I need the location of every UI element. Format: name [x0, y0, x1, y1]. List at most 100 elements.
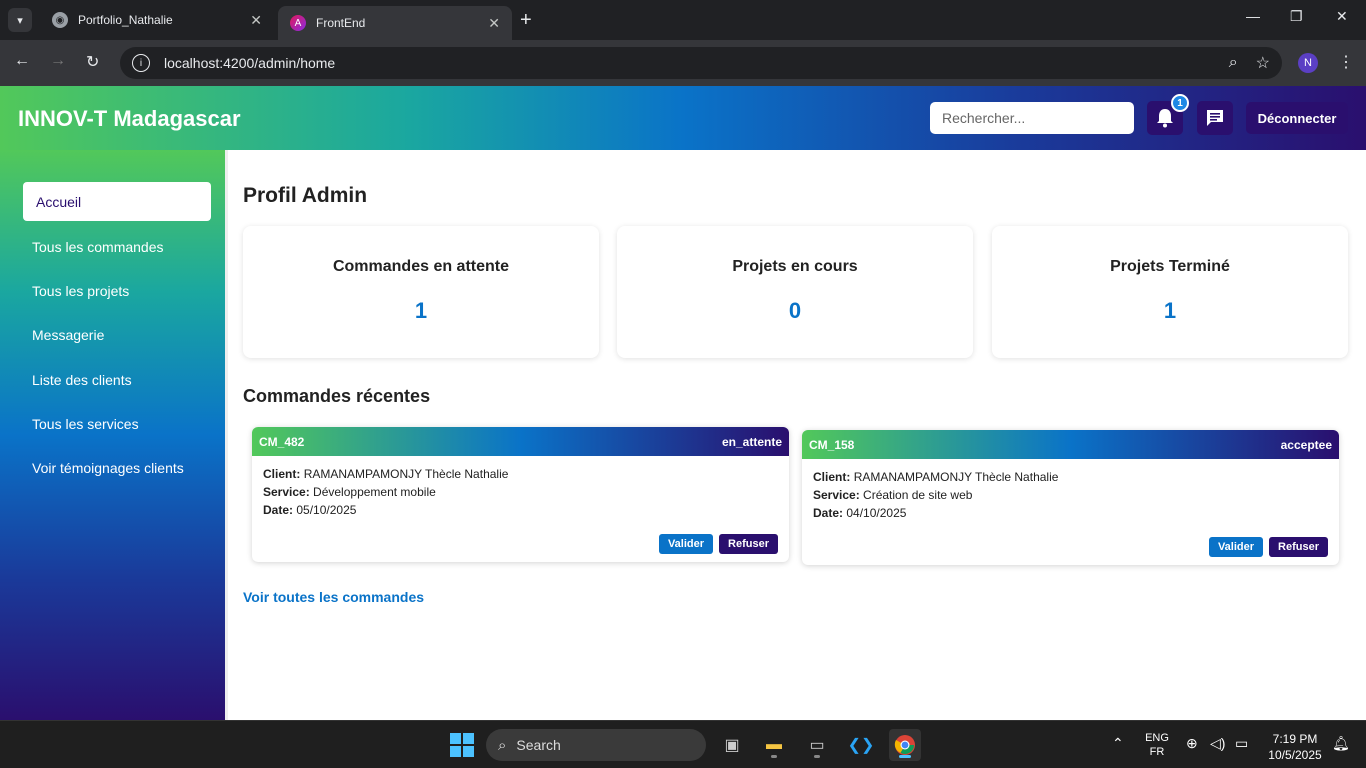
order-card-header: CM_158 acceptee [802, 430, 1339, 459]
order-actions: Valider Refuser [658, 534, 778, 554]
volume-icon[interactable]: ◁) [1210, 735, 1225, 752]
date-label: Date: [263, 503, 294, 517]
task-view-icon[interactable]: ▣ [716, 729, 748, 761]
reload-icon[interactable]: ↻ [86, 52, 99, 72]
client-name: RAMANAMPAMONJY Thècle Nathalie [303, 467, 509, 481]
browser-tab-bar: ▾ ◉ Portfolio_Nathalie ✕ A FrontEnd ✕ + … [0, 0, 1366, 40]
order-details: Client: RAMANAMPAMONJY Thècle Nathalie S… [252, 456, 789, 528]
profile-avatar[interactable]: N [1298, 53, 1318, 73]
browser-tab-portfolio[interactable]: ◉ Portfolio_Nathalie ✕ [40, 6, 274, 34]
taskbar-search-label: Search [516, 737, 561, 753]
zoom-icon[interactable]: ⌕ [1229, 54, 1238, 72]
stat-value: 1 [414, 298, 428, 323]
brand-title: INNOV-T Madagascar [18, 106, 241, 131]
browser-menu-icon[interactable]: ⋮ [1338, 52, 1354, 72]
close-tab-icon[interactable]: ✕ [488, 15, 500, 32]
order-actions: Valider Refuser [1208, 537, 1328, 557]
logout-button[interactable]: Déconnecter [1246, 102, 1348, 134]
taskbar-search[interactable]: ⌕ Search [486, 729, 706, 761]
clock[interactable]: 7:19 PM 10/5/2025 [1262, 731, 1328, 763]
service-label: Service: [813, 488, 860, 502]
stat-card-pending-orders: Commandes en attente 1 [243, 226, 599, 358]
site-info-icon[interactable]: i [132, 54, 150, 72]
stat-value: 0 [788, 298, 802, 323]
clock-date: 10/5/2025 [1268, 748, 1322, 762]
close-window-icon[interactable]: ✕ [1336, 8, 1348, 25]
date-label: Date: [813, 506, 844, 520]
service-name: Développement mobile [313, 485, 436, 499]
client-name: RAMANAMPAMONJY Thècle Nathalie [853, 470, 1059, 484]
tab-title: Portfolio_Nathalie [78, 13, 173, 27]
stat-label: Projets Terminé [1110, 258, 1230, 275]
client-label: Client: [813, 470, 851, 484]
angular-icon: A [290, 15, 306, 31]
stat-card-projects-done: Projets Terminé 1 [992, 226, 1348, 358]
messages-button[interactable] [1197, 101, 1233, 135]
language-indicator[interactable]: ENG FR [1143, 731, 1171, 759]
stat-value: 1 [1163, 298, 1177, 323]
back-icon[interactable]: ← [14, 52, 30, 70]
tab-title: FrontEnd [316, 16, 366, 30]
close-tab-icon[interactable]: ✕ [250, 12, 262, 29]
terminal-icon[interactable]: ▭ [801, 729, 833, 761]
stat-label: Projets en cours [732, 258, 858, 275]
validate-button[interactable]: Valider [1208, 537, 1264, 557]
order-code: CM_482 [259, 434, 305, 449]
page-title: Profil Admin [243, 184, 368, 207]
restore-icon[interactable]: ❐ [1290, 8, 1303, 25]
order-status-badge: acceptee [1280, 437, 1332, 452]
url-text: localhost:4200/admin/home [164, 55, 336, 71]
battery-icon[interactable]: ▭ [1235, 735, 1248, 752]
lang-primary: ENG [1145, 732, 1169, 744]
sidebar-item-commandes[interactable]: Tous les commandes [32, 239, 164, 255]
validate-button[interactable]: Valider [658, 534, 714, 554]
order-code: CM_158 [809, 437, 855, 452]
file-explorer-icon[interactable]: ▬ [758, 729, 790, 761]
browser-toolbar: ← → ↻ i localhost:4200/admin/home ⌕ ☆ N … [0, 40, 1366, 86]
chrome-icon[interactable] [889, 729, 921, 761]
order-status-badge: en_attente [721, 434, 782, 449]
tray-chevron-up-icon[interactable]: ⌃ [1112, 735, 1124, 752]
vscode-icon[interactable]: ❮❯ [845, 729, 877, 761]
order-details: Client: RAMANAMPAMONJY Thècle Nathalie S… [802, 459, 1339, 531]
bell-icon [1157, 109, 1173, 128]
notification-bell-icon[interactable]: 🔔︎ [1332, 735, 1350, 752]
windows-start-icon[interactable] [450, 733, 474, 757]
sidebar-item-accueil[interactable]: Accueil [23, 182, 211, 221]
stat-label: Commandes en attente [332, 258, 510, 275]
minimize-icon[interactable]: — [1246, 8, 1260, 24]
refuse-button[interactable]: Refuser [1269, 537, 1328, 557]
clock-time: 7:19 PM [1272, 732, 1318, 746]
tab-search-chevron-icon[interactable]: ▾ [8, 8, 32, 32]
chrome-logo-icon [894, 735, 915, 755]
sidebar-item-services[interactable]: Tous les services [32, 416, 139, 432]
notification-badge: 1 [1171, 94, 1189, 112]
new-tab-icon[interactable]: + [520, 9, 532, 32]
bookmark-star-icon[interactable]: ☆ [1256, 53, 1270, 73]
taskbar: ⌕ Search ▣ ▬ ▭ ❮❯ ⌃ ENG FR ⊕ ◁) ▭ 7:19 P… [0, 720, 1366, 768]
order-date: 05/10/2025 [296, 503, 357, 517]
browser-tab-frontend[interactable]: A FrontEnd ✕ [278, 6, 512, 40]
globe-icon: ◉ [52, 12, 68, 28]
network-icon[interactable]: ⊕ [1186, 735, 1198, 752]
lang-secondary: FR [1149, 746, 1165, 758]
see-all-orders-link[interactable]: Voir toutes les commandes [243, 589, 424, 605]
stat-card-projects-in-progress: Projets en cours 0 [617, 226, 973, 358]
client-label: Client: [263, 467, 301, 481]
sidebar-item-messagerie[interactable]: Messagerie [32, 327, 104, 343]
service-label: Service: [263, 485, 310, 499]
address-bar[interactable]: i localhost:4200/admin/home ⌕ ☆ [120, 47, 1282, 79]
refuse-button[interactable]: Refuser [719, 534, 778, 554]
forward-icon[interactable]: → [50, 52, 66, 70]
sidebar-item-clients[interactable]: Liste des clients [32, 372, 132, 388]
main-content: Profil Admin Commandes en attente 1 Proj… [228, 150, 1366, 720]
order-date: 04/10/2025 [846, 506, 907, 520]
sidebar-item-projets[interactable]: Tous les projets [32, 283, 129, 299]
order-card-header: CM_482 en_attente [252, 427, 789, 456]
chat-icon [1207, 110, 1223, 126]
search-input[interactable] [930, 102, 1134, 134]
recent-orders-title: Commandes récentes [243, 386, 431, 406]
sidebar-item-temoignages[interactable]: Voir témoignages clients [32, 460, 184, 476]
sidebar: Accueil Tous les commandes Tous les proj… [0, 150, 225, 720]
order-card: CM_482 en_attente Client: RAMANAMPAMONJY… [252, 427, 789, 562]
